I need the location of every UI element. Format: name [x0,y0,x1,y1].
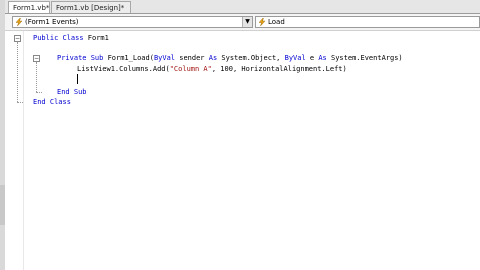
method-selector-dropdown[interactable]: Load [255,16,480,28]
code-line-1: Public Class Form1 [33,34,109,42]
outline-guide [17,102,23,103]
chevron-down-icon[interactable]: ▼ [242,17,252,27]
lightning-icon [258,17,266,27]
code-line-2: Private Sub Form1_Load(ByVal sender As S… [57,54,403,62]
method-selector-value: Load [268,18,285,26]
code-line-5: End Class [33,98,71,106]
code-line-4: End Sub [57,88,87,96]
navigation-bar: (Form1 Events) ▼ Load [5,14,480,31]
tab-label: Form1.vb* [13,4,50,12]
lightning-icon [15,17,23,27]
code-editor[interactable]: Public Class Form1 Private Sub Form1_Loa… [24,31,480,270]
tab-form1-design[interactable]: Form1.vb [Design]* [51,1,131,13]
class-selector-value: (Form1 Events) [25,18,79,26]
tab-form1-code[interactable]: Form1.vb* [8,1,50,13]
text-caret [77,74,78,84]
outline-guide [17,42,18,102]
code-line-3: ListView1.Columns.Add("Column A", 100, H… [77,65,347,73]
collapse-class-icon[interactable]: − [14,35,21,42]
tab-label: Form1.vb [Design]* [56,4,125,12]
class-selector-dropdown[interactable]: (Form1 Events) ▼ [12,16,253,28]
document-tab-bar: Form1.vb* Form1.vb [Design]* [5,0,480,14]
editor-gutter [5,31,24,270]
